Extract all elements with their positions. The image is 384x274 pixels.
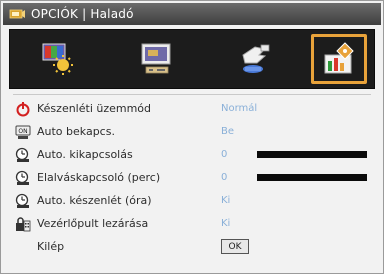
menu-tab-strip [9,29,375,89]
menu-row-sleep-timer[interactable]: Elalváskapcsoló (perc) 0 [15,166,375,189]
timer-icon [15,147,29,162]
menu-item-value: Be [221,126,235,137]
on-switch-icon: ON [15,125,31,139]
menu-list: Készenléti üzemmód Normál ON Auto bekapc… [15,97,375,258]
menu-item-label: Elalváskapcsoló (perc) [37,171,161,184]
power-icon [16,101,30,116]
menu-item-label: Kilép [37,240,65,253]
brightness-icon [42,43,73,75]
sleep-timer-icon [15,170,29,185]
tab-setup[interactable] [213,33,297,85]
osd-menu-window: OPCIÓK | Haladó Készenléti üzemmód Normá… [0,0,384,274]
display-settings-icon [141,43,171,74]
menu-row-auto-power-off[interactable]: Auto. kikapcsolás 0 [15,143,375,166]
keypad-lock-icon [16,216,31,231]
title-bar: OPCIÓK | Haladó [3,3,381,25]
menu-item-value: 0 [221,172,228,183]
menu-item-label: Auto bekapcs. [37,125,115,138]
svg-text:ON: ON [18,128,27,135]
menu-item-value: 0 [221,149,228,160]
menu-item-value: Ki [221,218,231,229]
options-advanced-icon [324,42,354,74]
menu-item-label: Auto. készenlét (óra) [37,194,152,207]
menu-row-auto-power-on[interactable]: ON Auto bekapcs. Be [15,120,375,143]
window-title: OPCIÓK | Haladó [31,7,134,21]
menu-item-value: Ki [221,195,231,206]
tab-image[interactable] [17,33,101,85]
menu-row-exit[interactable]: Kilép OK [15,235,375,258]
ok-button[interactable]: OK [221,239,249,254]
menu-row-auto-standby[interactable]: Auto. készenlét (óra) Ki [15,189,375,212]
menu-row-standby-mode[interactable]: Készenléti üzemmód Normál [15,97,375,120]
menu-row-keypad-lock[interactable]: Vezérlőpult lezárása Ki [15,212,375,235]
separator [13,94,371,95]
menu-item-label: Készenléti üzemmód [37,102,152,115]
sleep-timer-slider[interactable] [257,174,367,181]
menu-item-value: Normál [221,103,258,114]
menu-item-label: Auto. kikapcsolás [37,148,133,161]
tab-options[interactable] [311,34,367,84]
setup-hand-icon [242,44,270,73]
menu-item-label: Vezérlőpult lezárása [37,217,149,230]
tab-display[interactable] [115,33,199,85]
standby-timer-icon [15,193,29,208]
auto-off-slider[interactable] [257,151,367,158]
projector-icon [9,9,25,19]
